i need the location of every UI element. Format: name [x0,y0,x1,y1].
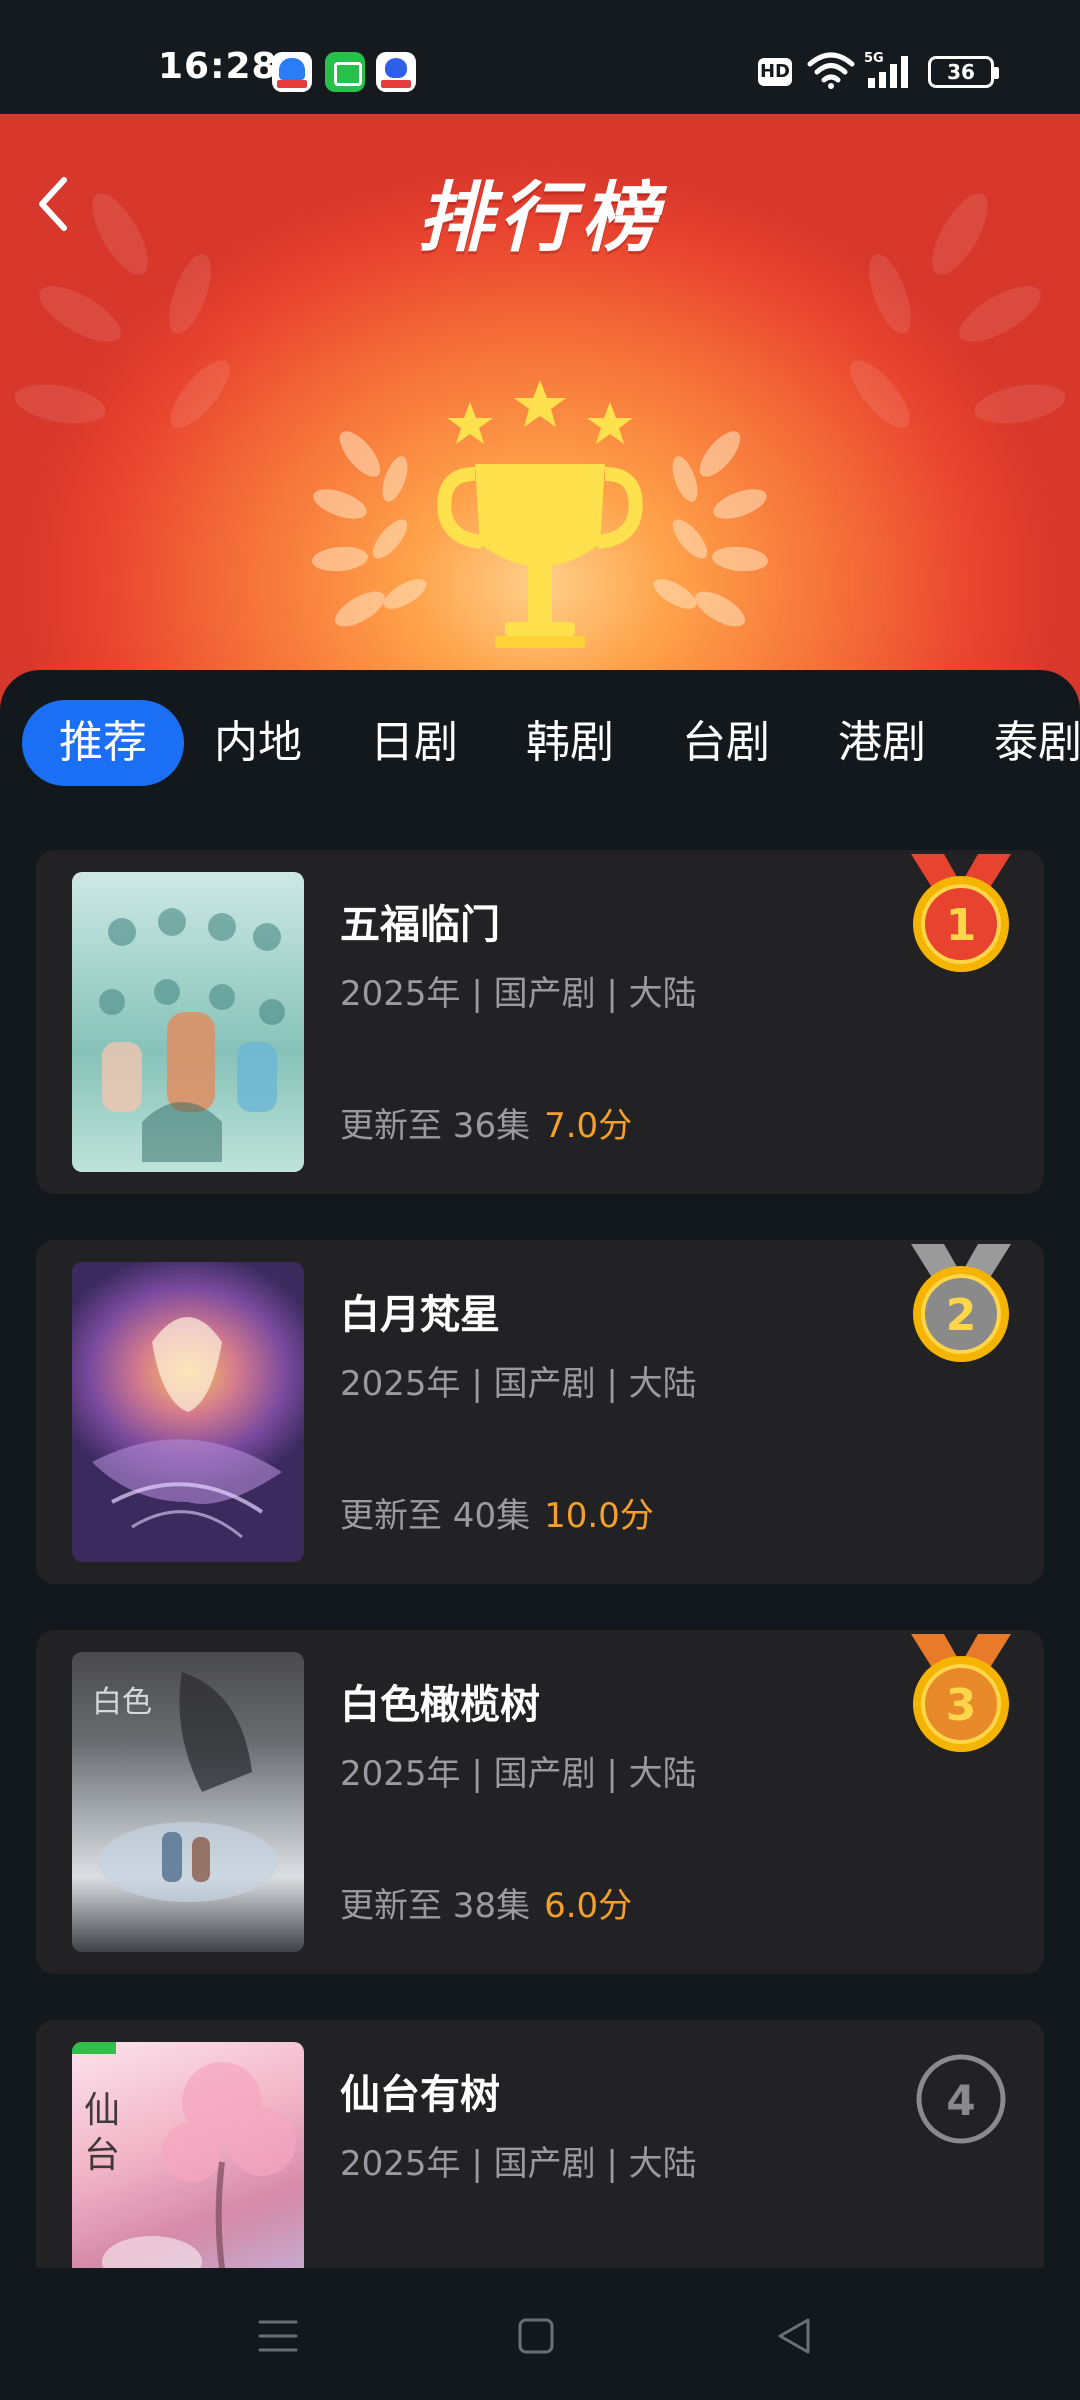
drama-update: 更新至 38集 6.0分 [340,1878,632,1927]
ranking-card[interactable]: 五福临门 2025年 | 国产剧 | 大陆 更新至 36集 7.0分 1 [36,850,1044,1194]
bronze-medal-icon: 3 [911,1634,1011,1752]
system-nav-bar [0,2268,1080,2400]
gold-medal-icon: 1 [911,854,1011,972]
silver-medal-icon: 2 [911,1244,1011,1362]
home-icon[interactable] [506,2308,566,2364]
drama-update: 更新至 40集 10.0分 [340,1488,654,1537]
wifi-icon [807,52,855,89]
drama-title: 白色橄榄树 [340,1682,540,1728]
notification-app-icon [272,52,312,92]
poster-image [72,1262,304,1562]
tab-korean[interactable]: 韩剧 [510,700,630,786]
back-triangle-icon[interactable] [764,2308,824,2364]
drama-meta: 2025年 | 国产剧 | 大陆 [340,1754,697,1794]
drama-meta: 2025年 | 国产剧 | 大陆 [340,2144,697,2184]
rank-number: 4 [946,2076,975,2125]
rank-number: 3 [946,1680,977,1731]
screen: 16:28 HD 5G 36 排行榜 推荐 内地 日剧 韩剧 台剧 港剧 泰剧 … [0,0,1080,2400]
update-episodes: 更新至 40集 [340,1496,531,1536]
page-title: 排行榜 [417,173,663,262]
ranking-card[interactable]: 白色 白色橄榄树 2025年 | 国产剧 | 大陆 更新至 38集 6.0分 3 [36,1630,1044,1974]
drama-score: 6.0分 [544,1886,633,1926]
drama-score: 10.0分 [544,1496,654,1536]
tab-thai[interactable]: 泰剧 [978,700,1080,786]
svg-text:台: 台 [84,2135,120,2176]
poster-image: 白色 [72,1652,304,1952]
battery-icon: 36 [928,56,999,88]
update-episodes: 更新至 38集 [340,1886,531,1926]
rank-number: 2 [946,1290,977,1341]
category-tabs: 推荐 内地 日剧 韩剧 台剧 港剧 泰剧 [0,700,1080,796]
signal-5g-icon: 5G [864,51,908,88]
signal-5g-label: 5G [864,51,884,66]
menu-icon[interactable] [248,2308,308,2364]
hero-banner: 排行榜 [0,114,1080,714]
drama-update: 更新至 36集 7.0分 [340,1098,632,1147]
tab-recommended[interactable]: 推荐 [22,700,184,786]
tab-japanese[interactable]: 日剧 [354,700,474,786]
hd-network-indicator: HD [758,58,792,86]
drama-title: 白月梵星 [340,1292,500,1338]
tab-taiwanese[interactable]: 台剧 [666,700,786,786]
drama-meta: 2025年 | 国产剧 | 大陆 [340,974,697,1014]
message-app-icon [325,52,365,92]
baidu-app-icon [376,52,416,92]
update-episodes: 更新至 36集 [340,1106,531,1146]
status-bar: 16:28 HD 5G 36 [0,0,1080,114]
rank-circle-icon: 4 [916,2054,1006,2144]
drama-meta: 2025年 | 国产剧 | 大陆 [340,1364,697,1404]
tab-hongkong[interactable]: 港剧 [822,700,942,786]
drama-score: 7.0分 [544,1106,633,1146]
ranking-card[interactable]: 白月梵星 2025年 | 国产剧 | 大陆 更新至 40集 10.0分 2 [36,1240,1044,1584]
content-sheet: 推荐 内地 日剧 韩剧 台剧 港剧 泰剧 五福临门 2025年 | 国产剧 | … [0,670,1080,2364]
drama-title: 仙台有树 [340,2072,500,2118]
svg-text:仙: 仙 [84,2090,120,2131]
rank-number: 1 [946,900,977,951]
svg-text:白色: 白色 [92,1685,152,1720]
tab-mainland[interactable]: 内地 [198,700,318,786]
battery-level: 36 [947,60,975,84]
drama-title: 五福临门 [340,902,500,948]
poster-image [72,872,304,1172]
status-time: 16:28 [158,46,278,87]
trophy-icon [312,380,768,648]
